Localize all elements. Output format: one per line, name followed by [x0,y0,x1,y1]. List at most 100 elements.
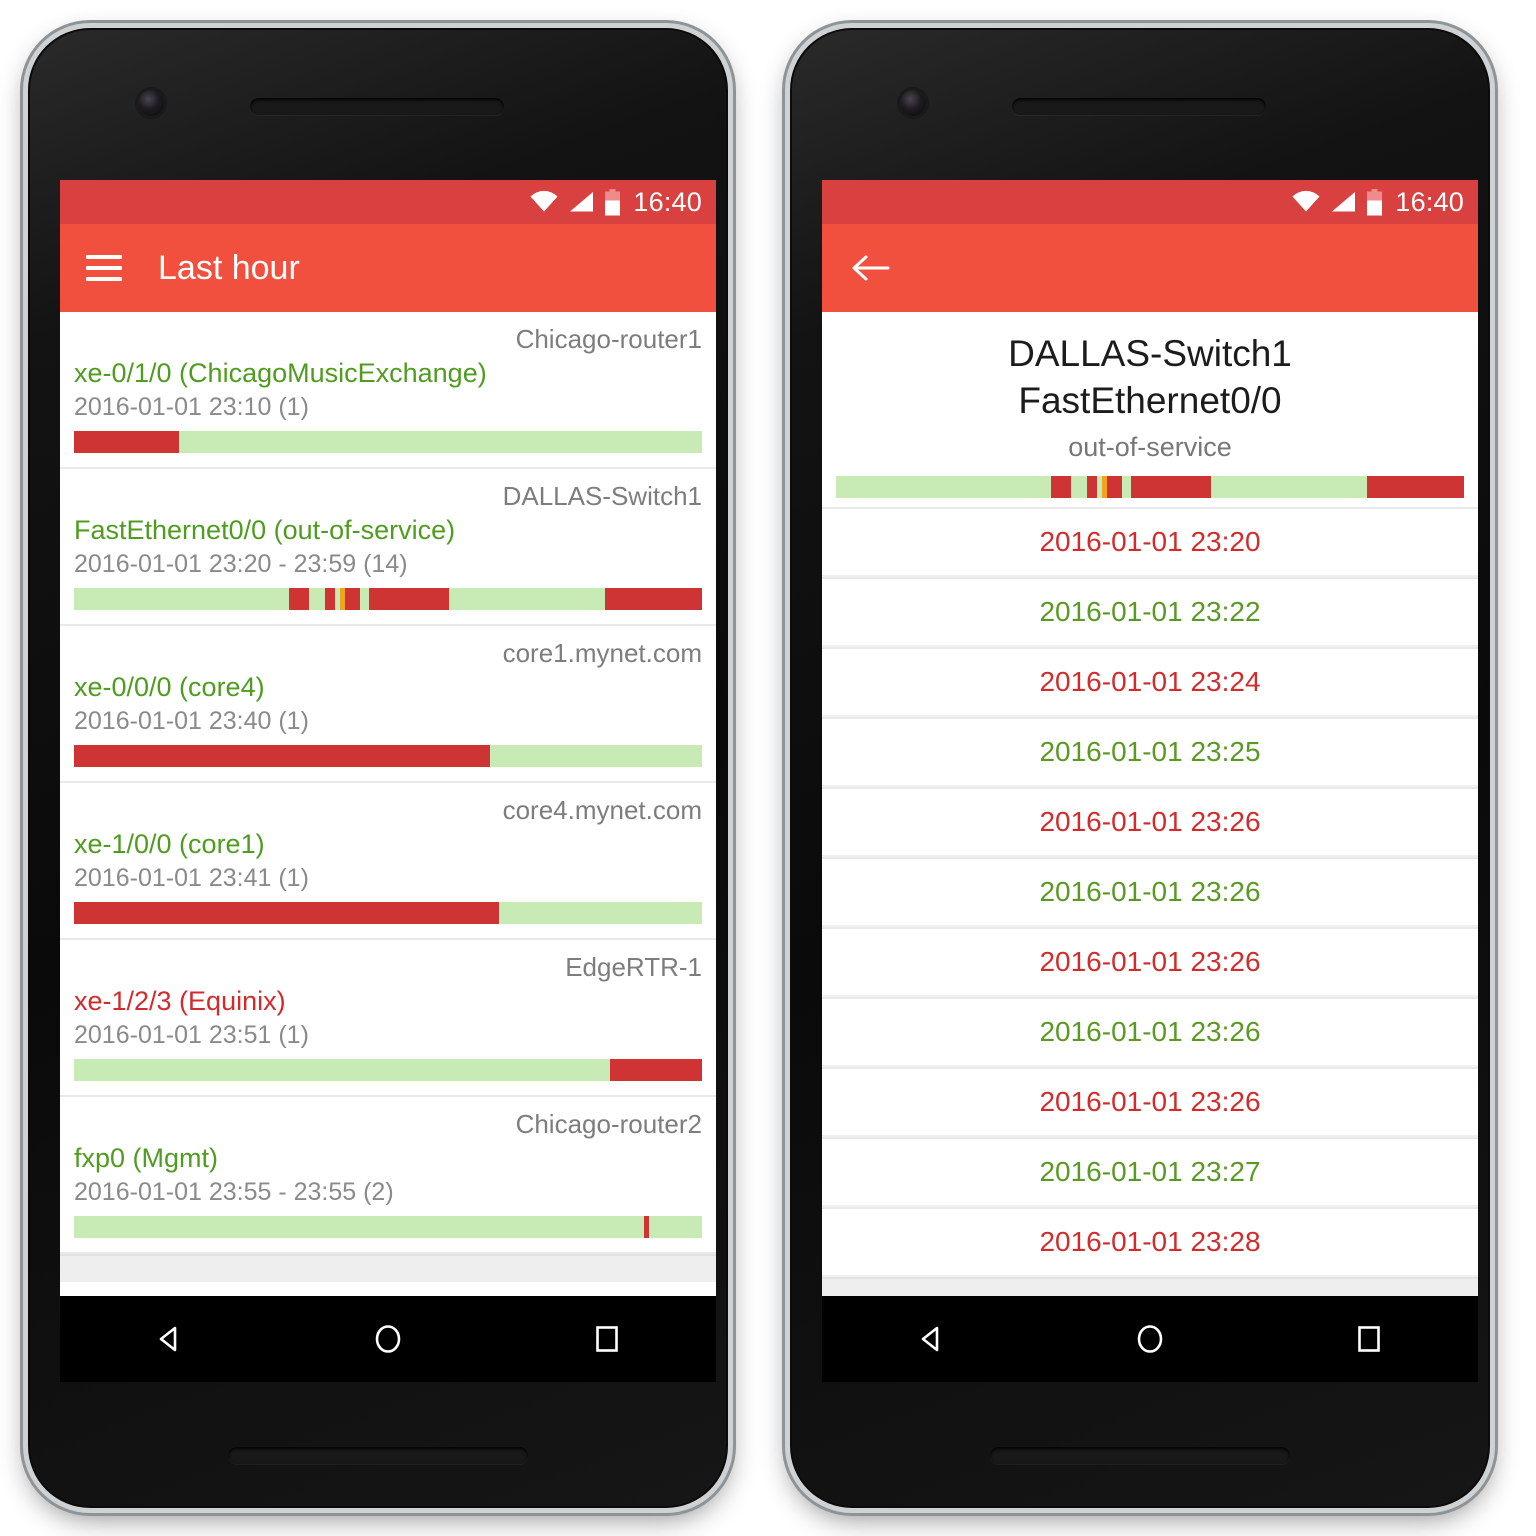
alert-interface-name: xe-1/2/3 (Equinix) [74,985,286,1016]
home-nav-icon[interactable] [1110,1309,1190,1369]
timeline-segment-green [448,588,605,611]
bottom-speaker [990,1447,1290,1464]
timeline-segment-red [288,588,310,611]
event-timestamp: 2016-01-01 23:27 [1039,1156,1261,1188]
app-toolbar-right [822,224,1478,312]
event-list-item[interactable]: 2016-01-01 23:26 [822,1067,1478,1138]
availability-timeline-bar[interactable] [74,1059,702,1082]
detail-timeline-wrap [822,476,1478,499]
event-list-item[interactable]: 2016-01-01 23:28 [822,1207,1478,1278]
app-toolbar-left: Last hour [60,224,716,312]
alert-host-name: EdgeRTR-1 [565,952,702,983]
alert-list-item[interactable]: core4.mynet.com xe-1/0/0 (core1) 2016-01-0… [60,783,716,941]
alert-host-name: core4.mynet.com [502,795,702,826]
alert-list-item[interactable]: Chicago-router2 fxp0 (Mgmt) 2016-01-01 23:… [60,1097,716,1255]
detail-device-name: DALLAS-Switch1 [1008,333,1292,374]
alert-interface-name: FastEthernet0/0 (out-of-service) [74,514,456,545]
event-timestamp: 2016-01-01 23:26 [1039,1086,1261,1118]
phone-device-right: 16:40 DALLAS-Switch1 FastEthernet0/0 out… [790,28,1490,1508]
alert-host-name: core1.mynet.com [502,638,702,669]
back-nav-icon[interactable] [891,1309,971,1369]
battery-low-icon [1367,188,1383,215]
page-title: Last hour [158,249,300,287]
timeline-segment-red [74,745,490,768]
timeline-segment-green [309,588,326,611]
back-nav-icon[interactable] [129,1309,209,1369]
alert-interface-name: xe-0/1/0 (ChicagoMusicExchange) [74,357,487,388]
timeline-segment-green [499,902,702,925]
bottom-speaker [228,1447,528,1464]
alert-host-name: DALLAS-Switch1 [502,481,702,512]
recents-nav-icon[interactable] [1329,1309,1409,1369]
event-list-item[interactable]: 2016-01-01 23:27 [822,1137,1478,1208]
back-arrow-icon[interactable] [848,246,892,290]
timeline-segment-red [74,902,500,925]
event-list-item[interactable]: 2016-01-01 23:25 [822,717,1478,788]
hamburger-menu-icon[interactable] [86,255,122,281]
screen-right: 16:40 DALLAS-Switch1 FastEthernet0/0 out… [822,180,1478,1296]
event-timestamp: 2016-01-01 23:22 [1039,596,1261,628]
timeline-segment-red [369,588,449,611]
android-nav-bar-left [60,1296,716,1382]
timeline-segment-red [325,588,336,611]
recents-nav-icon[interactable] [567,1309,647,1369]
earpiece-speaker [250,98,504,115]
event-list-item[interactable]: 2016-01-01 23:26 [822,787,1478,858]
alert-timestamp: 2016-01-01 23:51 (1) [74,1021,309,1050]
wifi-icon [1292,190,1320,212]
timeline-segment-green [178,431,702,454]
alert-interface-name: fxp0 (Mgmt) [74,1142,219,1173]
availability-timeline-bar[interactable] [74,902,702,925]
availability-timeline-bar[interactable] [74,1216,702,1239]
timeline-segment-green [648,1216,702,1239]
alert-list[interactable]: Chicago-router1 xe-0/1/0 (ChicagoMusicExc… [60,312,716,1296]
alert-interface-name: xe-0/0/0 (core4) [74,671,265,702]
alert-timestamp: 2016-01-01 23:41 (1) [74,864,309,893]
timeline-segment-green [74,588,289,611]
event-list-item[interactable]: 2016-01-01 23:20 [822,507,1478,578]
event-timestamp: 2016-01-01 23:26 [1039,806,1261,838]
alert-timestamp: 2016-01-01 23:55 - 23:55 (2) [74,1178,394,1207]
screenshot-stage: 16:40 Last hour Chicago-router1 xe-0/1/0 … [0,0,1536,1536]
event-list-item[interactable]: 2016-01-01 23:26 [822,997,1478,1068]
timeline-segment-green [1122,476,1132,499]
event-list[interactable]: 2016-01-01 23:20 2016-01-01 23:22 2016-01-… [822,507,1478,1278]
timeline-segment-green [74,1216,644,1239]
availability-timeline-bar[interactable] [74,588,702,611]
timeline-segment-red [1106,476,1123,499]
timeline-segment-red [1131,476,1211,499]
alert-timestamp: 2016-01-01 23:20 - 23:59 (14) [74,550,408,579]
timeline-segment-green [360,588,370,611]
screen-left: 16:40 Last hour Chicago-router1 xe-0/1/0 … [60,180,716,1296]
availability-timeline-bar[interactable] [74,745,702,768]
timeline-segment-red [609,1059,702,1082]
event-list-item[interactable]: 2016-01-01 23:22 [822,577,1478,648]
event-list-item[interactable]: 2016-01-01 23:26 [822,857,1478,928]
cellular-signal-icon [1332,192,1356,212]
event-timestamp: 2016-01-01 23:26 [1039,1016,1261,1048]
timeline-segment-red [1050,476,1072,499]
cellular-signal-icon [570,192,594,212]
earpiece-speaker [1012,98,1266,115]
home-nav-icon[interactable] [348,1309,428,1369]
event-list-item[interactable]: 2016-01-01 23:24 [822,647,1478,718]
wifi-icon [530,190,558,212]
alert-host-name: Chicago-router1 [515,324,702,354]
alert-interface-name: xe-1/0/0 (core1) [74,828,265,859]
alert-list-item[interactable]: EdgeRTR-1 xe-1/2/3 (Equinix) 2016-01-01 23… [60,940,716,1098]
event-timestamp: 2016-01-01 23:26 [1039,946,1261,978]
status-bar-clock: 16:40 [1395,186,1464,217]
timeline-segment-green [489,745,702,768]
alert-timestamp: 2016-01-01 23:10 (1) [74,393,309,422]
availability-timeline-bar[interactable] [74,431,702,454]
alert-list-item[interactable]: DALLAS-Switch1 FastEthernet0/0 (out-of-se… [60,469,716,627]
alert-list-item[interactable]: core1.mynet.com xe-0/0/0 (core4) 2016-01-0… [60,626,716,784]
detail-header: DALLAS-Switch1 FastEthernet0/0 out-of-se… [822,312,1478,465]
availability-timeline-bar[interactable] [836,476,1464,499]
status-bar-right: 16:40 [822,180,1478,224]
status-bar-left: 16:40 [60,180,716,224]
list-footer-spacer [822,1277,1478,1296]
event-list-item[interactable]: 2016-01-01 23:26 [822,927,1478,998]
alert-list-item[interactable]: Chicago-router1 xe-0/1/0 (ChicagoMusicExc… [60,312,716,470]
event-timestamp: 2016-01-01 23:25 [1039,736,1261,768]
